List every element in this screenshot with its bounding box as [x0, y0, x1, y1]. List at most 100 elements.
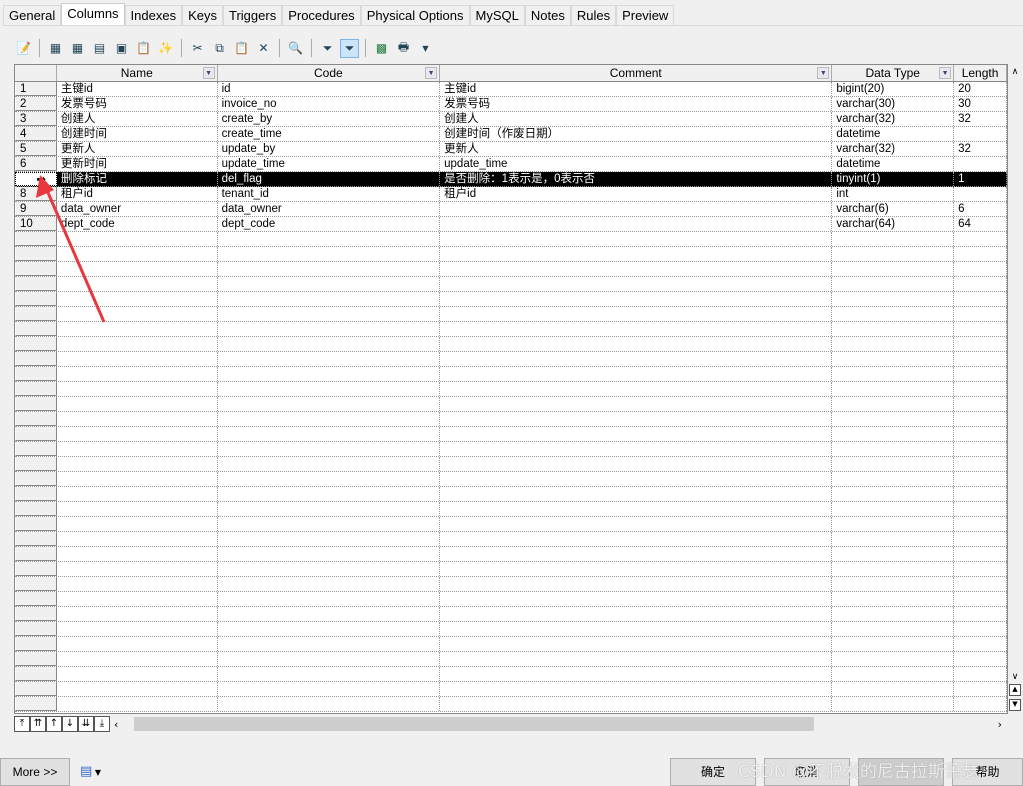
cell-code[interactable]: [218, 337, 441, 351]
cell-length[interactable]: [954, 187, 1007, 201]
cell-data-type[interactable]: [832, 262, 955, 276]
move-to-bottom-icon[interactable]: ⤓: [94, 716, 110, 732]
cell-data-type[interactable]: [832, 592, 955, 606]
cell-length[interactable]: [954, 472, 1007, 486]
cell-name[interactable]: 创建时间: [57, 127, 218, 141]
cell-name[interactable]: [57, 547, 218, 561]
header-length[interactable]: Length: [954, 65, 1007, 81]
table-row[interactable]: [15, 352, 1007, 367]
table-row[interactable]: [15, 697, 1007, 712]
cell-code[interactable]: [218, 487, 441, 501]
cell-name[interactable]: [57, 322, 218, 336]
move-page-down-icon[interactable]: ⇊: [78, 716, 94, 732]
table-row[interactable]: [15, 547, 1007, 562]
table-row[interactable]: 8 租户id tenant_id 租户id int: [15, 187, 1007, 202]
row-number[interactable]: 4: [15, 127, 57, 141]
row-number[interactable]: [15, 547, 57, 561]
cell-name[interactable]: [57, 502, 218, 516]
cell-data-type[interactable]: [832, 352, 955, 366]
cell-data-type[interactable]: tinyint(1): [832, 172, 955, 186]
table-row[interactable]: [15, 442, 1007, 457]
cell-data-type[interactable]: [832, 367, 955, 381]
chevron-down-icon[interactable]: ▼: [817, 67, 830, 79]
more-button[interactable]: More >>: [0, 758, 70, 786]
table-row[interactable]: [15, 682, 1007, 697]
cell-code[interactable]: [218, 547, 441, 561]
table-row[interactable]: 1 主键id id 主键id bigint(20) 20: [15, 82, 1007, 97]
cell-length[interactable]: [954, 367, 1007, 381]
cell-data-type[interactable]: [832, 547, 955, 561]
delete-icon[interactable]: ✕: [254, 39, 273, 58]
table-row[interactable]: [15, 262, 1007, 277]
cell-comment[interactable]: [440, 442, 833, 456]
row-number[interactable]: [15, 322, 57, 336]
corner-cell[interactable]: [15, 65, 57, 81]
move-to-top-icon[interactable]: ⤒: [14, 716, 30, 732]
move-top-icon[interactable]: ▲: [1009, 684, 1021, 696]
table-row[interactable]: [15, 517, 1007, 532]
move-down-icon[interactable]: ↓: [62, 716, 78, 732]
cell-comment[interactable]: [440, 292, 833, 306]
cell-comment[interactable]: [440, 682, 833, 696]
cell-comment[interactable]: [440, 457, 833, 471]
move-bottom-icon[interactable]: ▼: [1009, 699, 1021, 711]
row-number[interactable]: [15, 697, 57, 711]
cell-comment[interactable]: [440, 427, 833, 441]
move-up-icon[interactable]: ↑: [46, 716, 62, 732]
cell-comment[interactable]: [440, 307, 833, 321]
cell-data-type[interactable]: [832, 697, 955, 711]
row-number[interactable]: 8: [15, 187, 57, 201]
cell-length[interactable]: [954, 307, 1007, 321]
row-number[interactable]: [15, 637, 57, 651]
row-number[interactable]: [15, 652, 57, 666]
cell-name[interactable]: 租户id: [57, 187, 218, 201]
cell-data-type[interactable]: [832, 292, 955, 306]
chevron-down-icon[interactable]: ▼: [92, 768, 101, 777]
cell-code[interactable]: update_by: [218, 142, 441, 156]
cell-length[interactable]: [954, 247, 1007, 261]
cell-data-type[interactable]: datetime: [832, 157, 955, 171]
cell-code[interactable]: [218, 592, 441, 606]
cell-name[interactable]: 主键id: [57, 82, 218, 96]
cancel-button[interactable]: 取消: [764, 758, 850, 786]
table-row[interactable]: 2 发票号码 invoice_no 发票号码 varchar(30) 30: [15, 97, 1007, 112]
table-row[interactable]: [15, 607, 1007, 622]
cell-code[interactable]: dept_code: [218, 217, 441, 231]
cell-comment[interactable]: [440, 577, 833, 591]
cell-name[interactable]: [57, 277, 218, 291]
cell-code[interactable]: [218, 457, 441, 471]
cell-comment[interactable]: [440, 352, 833, 366]
table-row[interactable]: 3 创建人 create_by 创建人 varchar(32) 32: [15, 112, 1007, 127]
cell-name[interactable]: [57, 487, 218, 501]
cell-name[interactable]: 更新人: [57, 142, 218, 156]
row-number[interactable]: [15, 232, 57, 246]
cell-length[interactable]: [954, 547, 1007, 561]
cell-name[interactable]: [57, 517, 218, 531]
table-row[interactable]: [15, 487, 1007, 502]
table-row[interactable]: [15, 247, 1007, 262]
cell-length[interactable]: [954, 352, 1007, 366]
table-row[interactable]: [15, 502, 1007, 517]
cell-length[interactable]: [954, 682, 1007, 696]
cell-comment[interactable]: [440, 217, 833, 231]
cell-length[interactable]: [954, 652, 1007, 666]
cell-data-type[interactable]: [832, 577, 955, 591]
cell-name[interactable]: 创建人: [57, 112, 218, 126]
table-row[interactable]: [15, 292, 1007, 307]
cell-code[interactable]: [218, 247, 441, 261]
cell-data-type[interactable]: [832, 247, 955, 261]
cell-comment[interactable]: 租户id: [440, 187, 833, 201]
table-row[interactable]: 10 dept_code dept_code varchar(64) 64: [15, 217, 1007, 232]
row-number[interactable]: ➡: [15, 172, 57, 186]
insert-row-icon[interactable]: ▦: [46, 39, 65, 58]
row-number[interactable]: [15, 517, 57, 531]
cell-data-type[interactable]: [832, 472, 955, 486]
cell-data-type[interactable]: [832, 607, 955, 621]
row-number[interactable]: 6: [15, 157, 57, 171]
ok-button[interactable]: 确定: [670, 758, 756, 786]
cell-length[interactable]: [954, 607, 1007, 621]
cell-code[interactable]: create_by: [218, 112, 441, 126]
cell-length[interactable]: 6: [954, 202, 1007, 216]
cell-name[interactable]: [57, 412, 218, 426]
cell-data-type[interactable]: [832, 682, 955, 696]
